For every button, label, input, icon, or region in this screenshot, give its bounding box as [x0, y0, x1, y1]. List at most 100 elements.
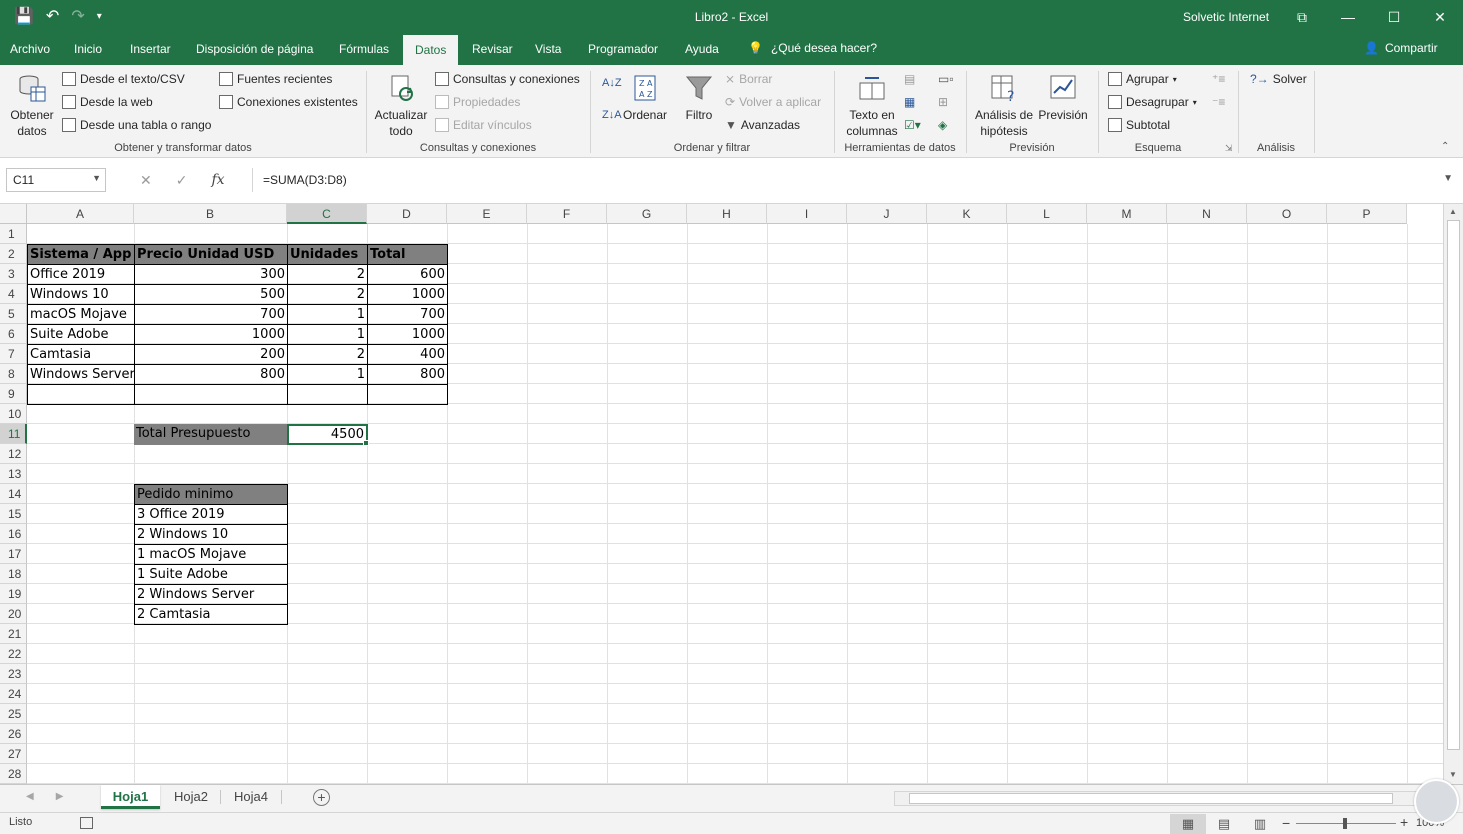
close-icon[interactable]: ✕ [1417, 0, 1463, 34]
maximize-icon[interactable]: ☐ [1371, 0, 1417, 34]
row-header-5[interactable]: 5 [0, 304, 27, 324]
normal-view-icon[interactable]: ▦ [1170, 814, 1206, 834]
sheet-tab-hoja2[interactable]: Hoja2 [162, 785, 220, 809]
filter-button[interactable]: Filtro [680, 73, 718, 123]
tab-ayuda[interactable]: Ayuda [685, 42, 719, 56]
min-order-cell[interactable]: 1 Suite Adobe [134, 564, 288, 585]
table-cell[interactable]: Windows 10 [27, 284, 135, 305]
empty-cell[interactable] [27, 384, 135, 405]
table-cell[interactable]: 2 [287, 284, 368, 305]
next-sheet-icon[interactable]: ▶ [56, 791, 64, 802]
table-cell[interactable]: Camtasia [27, 344, 135, 365]
dialog-launcher-icon[interactable]: ⇲ [1225, 143, 1233, 154]
total-label-cell[interactable]: Total Presupuesto [134, 424, 288, 445]
flash-fill-icon[interactable]: ▤ [904, 72, 915, 86]
ungroup-button[interactable]: Desagrupar ▾ [1108, 95, 1197, 109]
min-order-header-cell[interactable]: Pedido minimo [134, 484, 288, 505]
tab-insertar[interactable]: Insertar [130, 42, 171, 56]
row-header-14[interactable]: 14 [0, 484, 27, 504]
column-header-f[interactable]: F [527, 204, 607, 224]
name-box[interactable]: C11 ▼ [6, 168, 106, 192]
table-cell[interactable]: 800 [134, 364, 288, 385]
table-cell[interactable]: 2 [287, 344, 368, 365]
column-header-m[interactable]: M [1087, 204, 1167, 224]
tab-revisar[interactable]: Revisar [472, 42, 513, 56]
min-order-cell[interactable]: 3 Office 2019 [134, 504, 288, 525]
page-layout-view-icon[interactable]: ▤ [1206, 814, 1242, 834]
row-header-7[interactable]: 7 [0, 344, 27, 364]
row-header-23[interactable]: 23 [0, 664, 27, 684]
table-cell[interactable]: 500 [134, 284, 288, 305]
min-order-cell[interactable]: 2 Windows Server [134, 584, 288, 605]
table-header-cell[interactable]: Sistema / App [27, 244, 135, 265]
row-header-25[interactable]: 25 [0, 704, 27, 724]
existing-connections-button[interactable]: Conexiones existentes [219, 95, 358, 109]
collapse-ribbon-icon[interactable]: ⌃ [1441, 141, 1449, 152]
chevron-down-icon[interactable]: ▼ [92, 173, 101, 183]
get-data-button[interactable]: Obtener datos [8, 73, 56, 139]
column-header-h[interactable]: H [687, 204, 767, 224]
row-header-4[interactable]: 4 [0, 284, 27, 304]
table-cell[interactable]: 2 [287, 264, 368, 285]
macro-record-icon[interactable] [80, 817, 93, 829]
row-header-19[interactable]: 19 [0, 584, 27, 604]
row-header-1[interactable]: 1 [0, 224, 27, 244]
row-header-28[interactable]: 28 [0, 764, 27, 784]
horizontal-scrollbar[interactable] [894, 791, 1443, 806]
column-header-o[interactable]: O [1247, 204, 1327, 224]
table-cell[interactable]: Windows Server [27, 364, 135, 385]
tab-datos[interactable]: Datos [403, 35, 459, 66]
refresh-all-button[interactable]: Actualizar todo [372, 73, 430, 139]
tab-disposicion[interactable]: Disposición de página [196, 42, 313, 56]
column-header-b[interactable]: B [134, 204, 287, 224]
vertical-scroll-thumb[interactable] [1447, 220, 1460, 750]
prev-sheet-icon[interactable]: ◀ [26, 791, 34, 802]
column-header-e[interactable]: E [447, 204, 527, 224]
from-text-csv-button[interactable]: Desde el texto/CSV [62, 72, 185, 86]
fill-handle[interactable] [363, 440, 369, 446]
row-header-16[interactable]: 16 [0, 524, 27, 544]
row-header-3[interactable]: 3 [0, 264, 27, 284]
tab-vista[interactable]: Vista [535, 42, 561, 56]
row-header-6[interactable]: 6 [0, 324, 27, 344]
column-header-n[interactable]: N [1167, 204, 1247, 224]
clear-button[interactable]: ⨯ Borrar [725, 72, 772, 86]
consolidate-icon[interactable]: ▭▫ [938, 72, 954, 86]
row-header-26[interactable]: 26 [0, 724, 27, 744]
table-cell[interactable]: 1 [287, 324, 368, 345]
scroll-down-icon[interactable]: ▼ [1449, 770, 1457, 779]
table-header-cell[interactable]: Unidades [287, 244, 368, 265]
solver-button[interactable]: ?→ Solver [1250, 72, 1307, 86]
row-header-17[interactable]: 17 [0, 544, 27, 564]
zoom-out-icon[interactable]: − [1282, 815, 1290, 831]
worksheet-grid[interactable]: A B C D E F G H I J K L M N O P 1 2 3 4 5 6 7 8 9 10 11 12 13 14 15 16 1… [0, 204, 1443, 784]
advanced-button[interactable]: ▼ Avanzadas [725, 118, 800, 132]
show-detail-icon[interactable]: ⁺≡ [1212, 72, 1225, 86]
row-header-24[interactable]: 24 [0, 684, 27, 704]
table-cell[interactable]: 700 [134, 304, 288, 325]
vertical-scrollbar[interactable]: ▲ ▼ [1443, 204, 1463, 784]
select-all-corner[interactable] [0, 204, 27, 224]
page-break-view-icon[interactable]: ▥ [1242, 814, 1278, 834]
sort-button[interactable]: Z A A Z Ordenar [622, 73, 668, 123]
expand-formula-icon[interactable]: ▼ [1443, 173, 1453, 184]
enter-icon[interactable]: ✓ [176, 172, 188, 189]
table-cell[interactable]: 400 [367, 344, 448, 365]
row-header-18[interactable]: 18 [0, 564, 27, 584]
sort-za-icon[interactable]: Z↓A [602, 109, 622, 121]
column-header-l[interactable]: L [1007, 204, 1087, 224]
data-validation-icon[interactable]: ☑▾ [904, 118, 921, 132]
column-header-c[interactable]: C [287, 204, 367, 224]
min-order-cell[interactable]: 1 macOS Mojave [134, 544, 288, 565]
relationships-icon[interactable]: ⊞ [938, 95, 948, 109]
row-header-22[interactable]: 22 [0, 644, 27, 664]
tab-archivo[interactable]: Archivo [10, 42, 50, 56]
table-cell[interactable]: 1000 [367, 284, 448, 305]
row-header-2[interactable]: 2 [0, 244, 27, 264]
row-header-11[interactable]: 11 [0, 424, 27, 444]
insert-function-icon[interactable]: fx [211, 172, 224, 189]
table-cell[interactable]: Office 2019 [27, 264, 135, 285]
table-cell[interactable]: 1000 [134, 324, 288, 345]
add-sheet-icon[interactable]: + [313, 789, 330, 806]
sheet-tab-hoja1[interactable]: Hoja1 [101, 785, 160, 809]
